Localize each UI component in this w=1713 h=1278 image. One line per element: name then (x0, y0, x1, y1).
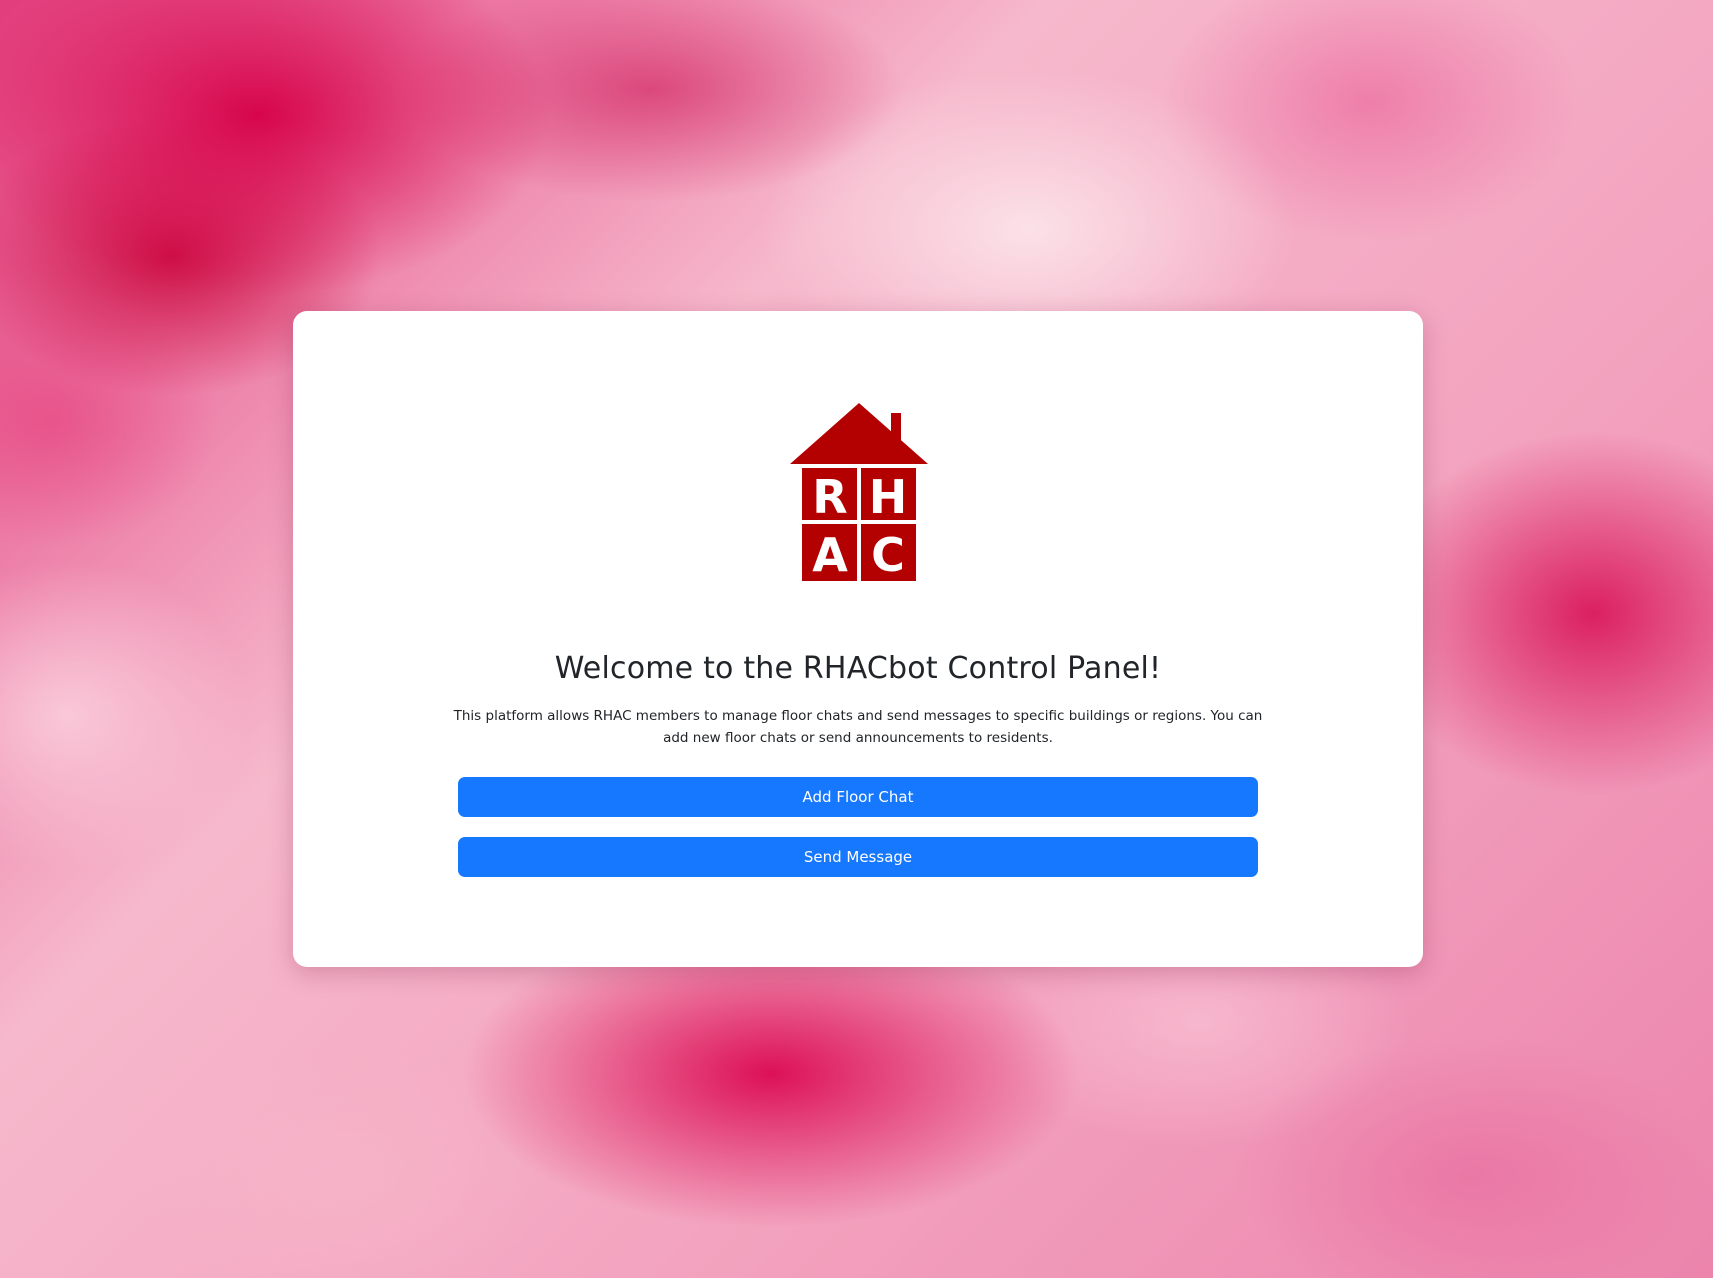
add-floor-chat-button[interactable]: Add Floor Chat (458, 777, 1258, 817)
page-title: Welcome to the RHACbot Control Panel! (554, 651, 1162, 686)
send-message-button[interactable]: Send Message (458, 837, 1258, 877)
logo-letter-c: C (871, 528, 905, 581)
welcome-card: R H A C Welcome to the RHACbot Control P… (293, 311, 1423, 967)
page-description: This platform allows RHAC members to man… (453, 708, 1263, 746)
logo-letter-h: H (869, 470, 908, 524)
logo-letter-r: R (812, 470, 847, 524)
rhac-house-logo-icon: R H A C (789, 403, 929, 581)
logo-letter-a: A (812, 528, 848, 581)
